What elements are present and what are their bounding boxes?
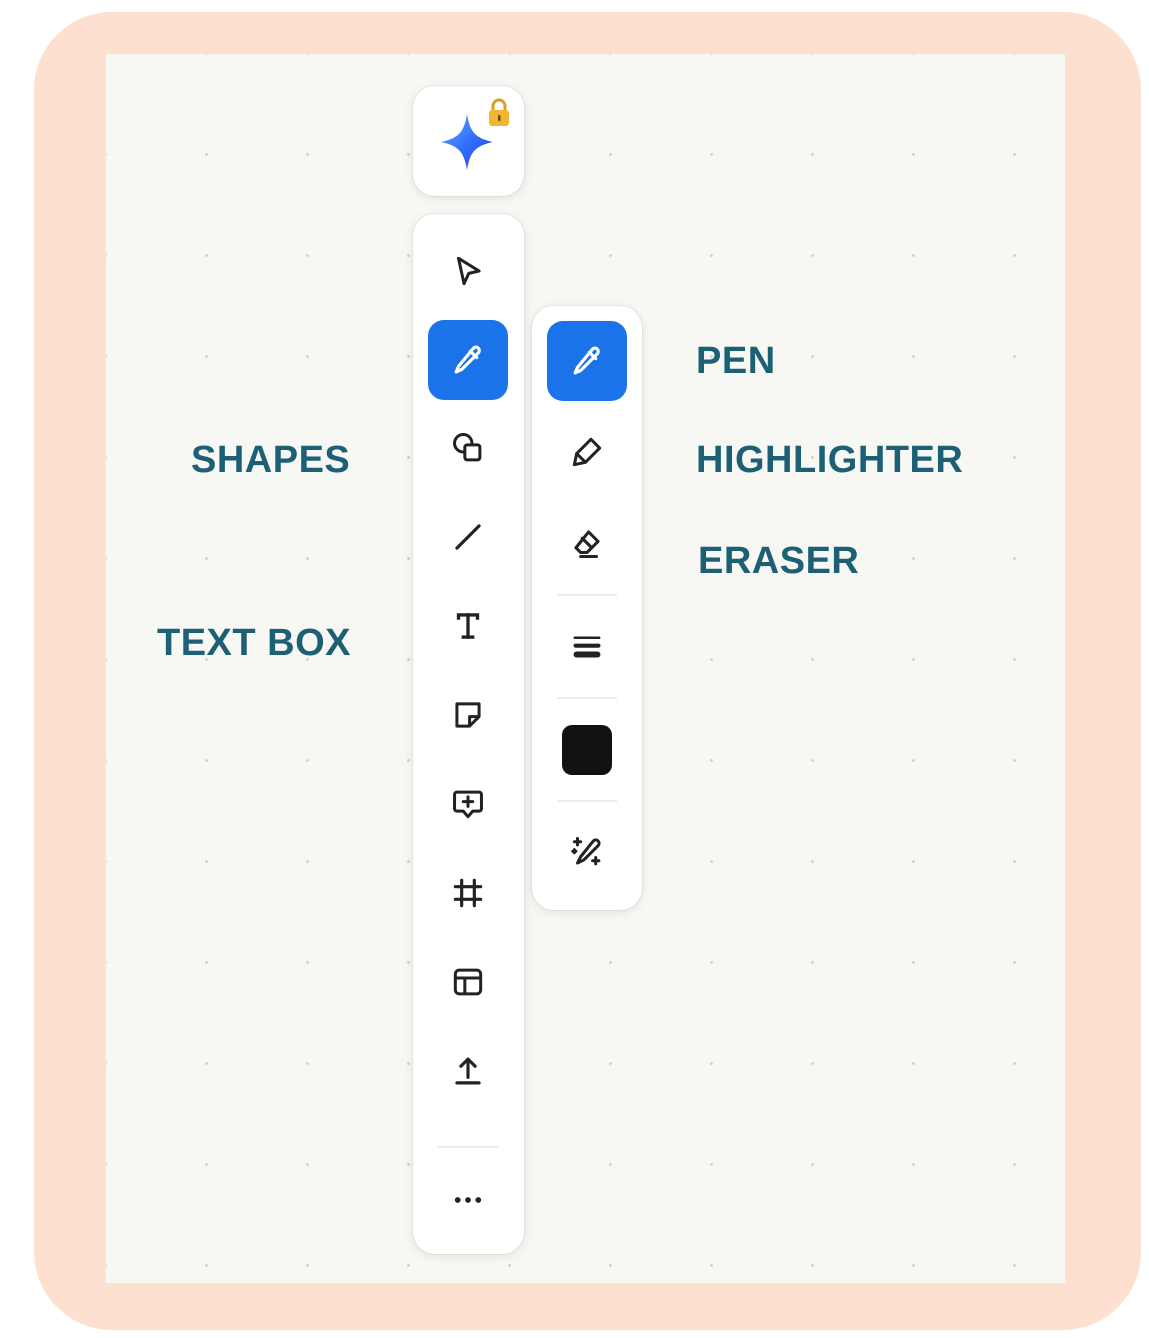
comment-tool-button[interactable] — [428, 764, 508, 844]
highlighter-icon — [572, 437, 602, 467]
magic-pen-button[interactable] — [547, 812, 627, 892]
line-icon — [455, 524, 481, 550]
pen-icon — [454, 345, 481, 374]
main-toolbar — [413, 214, 524, 1254]
shapes-tool-button[interactable] — [428, 408, 508, 488]
frame-icon — [453, 878, 483, 908]
line-tool-button[interactable] — [428, 497, 508, 577]
toolbar-separator — [557, 697, 617, 699]
text-icon — [456, 613, 480, 639]
highlighter-label: HIGHLIGHTER — [696, 439, 964, 481]
toolbar-separator — [557, 800, 617, 802]
more-tools-button[interactable] — [428, 1160, 508, 1240]
frame-tool-button[interactable] — [428, 853, 508, 933]
toolbar-separator — [557, 594, 617, 596]
layout-template-icon — [453, 968, 483, 996]
stroke-width-button[interactable] — [547, 606, 627, 686]
more-icon — [454, 1197, 482, 1203]
highlighter-option-button[interactable] — [547, 412, 627, 492]
pen-icon — [573, 346, 600, 375]
select-arrow-icon — [456, 256, 481, 286]
color-picker-button[interactable] — [547, 710, 627, 790]
eraser-option-button[interactable] — [547, 503, 627, 583]
pen-label: PEN — [696, 340, 776, 382]
comment-icon — [453, 790, 483, 819]
eraser-icon — [574, 530, 600, 558]
magic-pen-icon — [571, 837, 601, 866]
text-box-label: TEXT BOX — [157, 622, 352, 664]
eraser-label: ERASER — [698, 540, 860, 582]
pen-tool-button[interactable] — [428, 320, 508, 400]
shapes-icon — [453, 433, 482, 462]
pen-options-toolbar — [532, 306, 642, 910]
toolbar-separator — [438, 1146, 498, 1148]
upload-tool-button[interactable] — [428, 1031, 508, 1111]
text-tool-button[interactable] — [428, 586, 508, 666]
pen-option-button[interactable] — [547, 321, 627, 401]
shapes-label: SHAPES — [191, 439, 351, 481]
color-swatch-icon — [562, 725, 612, 775]
sticky-note-icon — [455, 702, 481, 728]
lock-icon — [489, 98, 509, 126]
templates-tool-button[interactable] — [428, 942, 508, 1022]
whiteboard-canvas[interactable] — [106, 54, 1065, 1283]
ai-assistant-button[interactable] — [413, 86, 524, 196]
stroke-width-icon — [573, 636, 601, 658]
upload-icon — [455, 1057, 481, 1085]
sticky-note-tool-button[interactable] — [428, 675, 508, 755]
select-tool-button[interactable] — [428, 231, 508, 311]
